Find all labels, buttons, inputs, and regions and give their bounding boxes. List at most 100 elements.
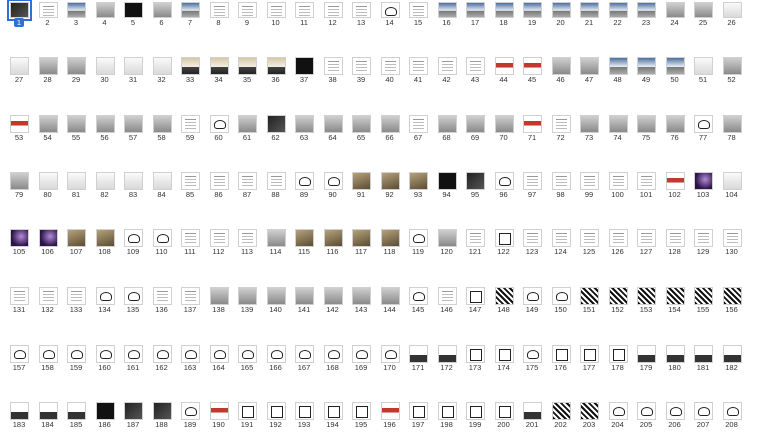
page-thumbnail-image[interactable] <box>466 115 485 133</box>
page-thumbnail[interactable]: 54 <box>34 115 62 143</box>
page-thumbnail-image[interactable] <box>323 2 343 18</box>
page-thumbnail[interactable]: 123 <box>518 229 546 257</box>
page-thumbnail-image[interactable] <box>38 115 58 133</box>
page-thumbnail[interactable]: 26 <box>718 2 746 28</box>
page-thumbnail-image[interactable] <box>95 115 115 133</box>
page-thumbnail[interactable]: 73 <box>575 115 603 143</box>
page-thumbnail-image[interactable] <box>722 2 742 18</box>
page-thumbnail[interactable]: 110 <box>148 229 176 257</box>
page-thumbnail[interactable]: 75 <box>632 115 660 143</box>
page-thumbnail[interactable]: 80 <box>34 172 62 200</box>
page-thumbnail[interactable]: 176 <box>547 345 575 373</box>
page-thumbnail[interactable]: 131 <box>5 287 33 315</box>
page-thumbnail[interactable]: 53 <box>5 115 33 143</box>
page-thumbnail-image[interactable] <box>551 402 571 420</box>
page-thumbnail-image[interactable] <box>437 229 457 247</box>
page-thumbnail-image[interactable] <box>665 287 685 305</box>
page-thumbnail-image[interactable] <box>295 345 314 363</box>
page-thumbnail[interactable]: 140 <box>262 287 290 315</box>
page-thumbnail[interactable]: 21 <box>575 2 603 28</box>
page-thumbnail[interactable]: 145 <box>404 287 432 315</box>
page-thumbnail-image[interactable] <box>95 172 115 190</box>
page-thumbnail-image[interactable] <box>352 402 371 420</box>
page-thumbnail-image[interactable] <box>580 345 599 363</box>
page-thumbnail-image[interactable] <box>551 229 571 247</box>
page-thumbnail[interactable]: 29 <box>62 57 90 85</box>
page-thumbnail-image[interactable] <box>722 57 742 75</box>
page-thumbnail[interactable]: 63 <box>290 115 318 143</box>
page-thumbnail-image[interactable] <box>295 172 314 190</box>
page-thumbnail[interactable]: 183 <box>5 402 33 430</box>
page-thumbnail-image[interactable] <box>409 229 428 247</box>
page-thumbnail-image[interactable] <box>124 172 143 190</box>
page-thumbnail[interactable]: 20 <box>547 2 575 28</box>
page-thumbnail-image[interactable] <box>238 229 257 247</box>
page-thumbnail[interactable]: 102 <box>661 172 689 200</box>
page-thumbnail-image[interactable] <box>124 57 143 75</box>
page-thumbnail-image[interactable] <box>437 57 457 75</box>
page-thumbnail-image[interactable] <box>152 172 172 190</box>
page-thumbnail-image[interactable] <box>409 172 428 190</box>
page-thumbnail-image[interactable] <box>380 172 400 190</box>
page-thumbnail[interactable]: 4 <box>91 2 119 28</box>
page-thumbnail[interactable]: 104 <box>718 172 746 200</box>
page-thumbnail[interactable]: 155 <box>689 287 717 315</box>
page-thumbnail[interactable]: 157 <box>5 345 33 373</box>
page-thumbnail-image[interactable] <box>722 115 742 133</box>
page-thumbnail[interactable]: 150 <box>547 287 575 315</box>
page-thumbnail-image[interactable] <box>523 57 542 75</box>
page-thumbnail-image[interactable] <box>295 229 314 247</box>
page-thumbnail[interactable]: 160 <box>91 345 119 373</box>
page-thumbnail-image[interactable] <box>494 345 514 363</box>
page-thumbnail[interactable]: 48 <box>604 57 632 85</box>
page-thumbnail[interactable]: 79 <box>5 172 33 200</box>
page-thumbnail-image[interactable] <box>323 402 343 420</box>
page-thumbnail[interactable]: 196 <box>376 402 404 430</box>
page-thumbnail[interactable]: 141 <box>290 287 318 315</box>
page-thumbnail[interactable]: 103 <box>689 172 717 200</box>
page-thumbnail-image[interactable] <box>694 345 713 363</box>
page-thumbnail[interactable]: 112 <box>205 229 233 257</box>
page-thumbnail[interactable]: 171 <box>404 345 432 373</box>
page-thumbnail-image[interactable] <box>124 2 143 18</box>
page-thumbnail[interactable]: 117 <box>347 229 375 257</box>
page-thumbnail[interactable]: 151 <box>575 287 603 315</box>
page-thumbnail-image[interactable] <box>67 115 86 133</box>
page-thumbnail-image[interactable] <box>523 402 542 420</box>
page-thumbnail[interactable]: 158 <box>34 345 62 373</box>
page-thumbnail-image[interactable] <box>637 345 656 363</box>
page-thumbnail-image[interactable] <box>323 229 343 247</box>
page-thumbnail-image[interactable] <box>266 229 286 247</box>
page-thumbnail-image[interactable] <box>266 345 286 363</box>
page-thumbnail-image[interactable] <box>608 345 628 363</box>
page-thumbnail-image[interactable] <box>10 287 29 305</box>
page-thumbnail-image[interactable] <box>494 229 514 247</box>
page-thumbnail-image[interactable] <box>437 402 457 420</box>
page-thumbnail-image[interactable] <box>95 2 115 18</box>
page-thumbnail[interactable]: 203 <box>575 402 603 430</box>
page-thumbnail-image[interactable] <box>437 115 457 133</box>
page-thumbnail[interactable]: 1 <box>5 0 33 28</box>
page-thumbnail[interactable]: 199 <box>461 402 489 430</box>
page-thumbnail[interactable]: 98 <box>547 172 575 200</box>
page-thumbnail[interactable]: 126 <box>604 229 632 257</box>
page-thumbnail-image[interactable] <box>380 287 400 305</box>
page-thumbnail[interactable]: 78 <box>718 115 746 143</box>
page-thumbnail-image[interactable] <box>409 57 428 75</box>
page-thumbnail-image[interactable] <box>637 287 656 305</box>
page-thumbnail-image[interactable] <box>38 57 58 75</box>
page-thumbnail-image[interactable] <box>380 229 400 247</box>
page-thumbnail-image[interactable] <box>608 172 628 190</box>
page-thumbnail[interactable]: 197 <box>404 402 432 430</box>
page-thumbnail-image[interactable] <box>437 2 457 18</box>
page-thumbnail-image[interactable] <box>409 115 428 133</box>
page-thumbnail[interactable]: 28 <box>34 57 62 85</box>
page-thumbnail[interactable]: 135 <box>119 287 147 315</box>
page-thumbnail[interactable]: 139 <box>233 287 261 315</box>
page-thumbnail[interactable]: 125 <box>575 229 603 257</box>
page-thumbnail[interactable]: 65 <box>347 115 375 143</box>
page-thumbnail[interactable]: 153 <box>632 287 660 315</box>
page-thumbnail[interactable]: 179 <box>632 345 660 373</box>
page-thumbnail[interactable]: 119 <box>404 229 432 257</box>
page-thumbnail-image[interactable] <box>124 287 143 305</box>
